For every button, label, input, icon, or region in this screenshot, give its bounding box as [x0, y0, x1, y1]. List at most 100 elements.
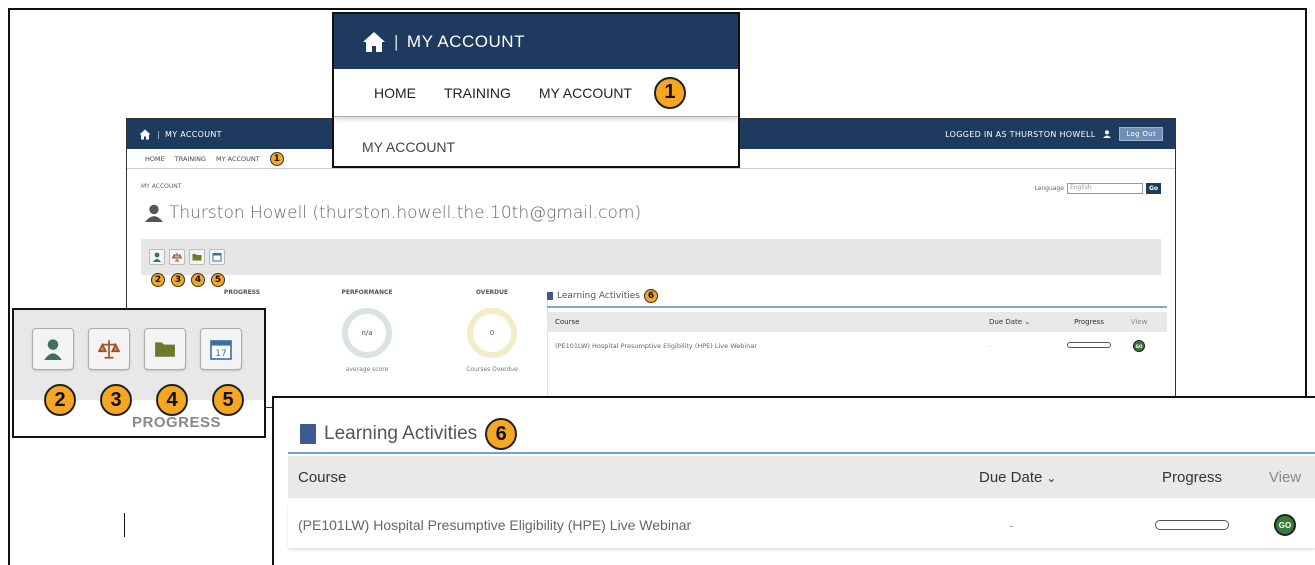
toolbar	[141, 239, 1161, 275]
table-row: (PE101LW) Hospital Presumptive Eligibili…	[288, 502, 1315, 548]
user-name: Thurston Howell (thurston.howell.the.10t…	[169, 203, 642, 223]
nav-my-account[interactable]: MY ACCOUNT	[216, 155, 260, 163]
book-icon	[300, 424, 316, 444]
calendar-icon: 17	[210, 340, 232, 360]
person-icon	[153, 252, 161, 262]
progress-bar	[1067, 342, 1111, 348]
language-select[interactable]: English	[1066, 183, 1143, 194]
toolbar-badges: 2 3 4 5	[151, 273, 225, 287]
row-progress	[1129, 517, 1255, 533]
callout-badge-1: 1	[653, 76, 686, 109]
nav-home[interactable]: HOME	[145, 155, 165, 163]
col-view: View	[1268, 468, 1302, 486]
nav-training[interactable]: TRAINING	[175, 155, 206, 163]
col-course: Course	[555, 318, 580, 326]
home-icon[interactable]	[139, 129, 151, 140]
header-bar-zoom: | MY ACCOUNT	[334, 14, 738, 69]
files-tool-button[interactable]	[189, 249, 205, 265]
nav-home[interactable]: HOME	[374, 85, 416, 101]
learning-table-header: Course Due Date ⌄ Progress View	[288, 456, 1315, 498]
col-view: View	[1130, 318, 1148, 326]
learning-header-small: Course Due Date ⌄ Progress View	[547, 312, 1167, 332]
col-course: Course	[298, 468, 347, 486]
nav-training[interactable]: TRAINING	[444, 85, 511, 101]
overdue-caption: Courses Overdue	[466, 366, 518, 373]
callout-badge-3: 3	[100, 384, 132, 416]
user-icon	[1103, 130, 1112, 138]
learning-activities-small: Learning Activities 6 Course Due Date ⌄ …	[547, 289, 1167, 360]
profile-tool-button[interactable]	[149, 249, 165, 265]
callout-badge-3: 3	[171, 273, 185, 287]
transcript-tool-button[interactable]	[88, 328, 130, 370]
calendar-tool-button[interactable]: 17	[200, 328, 242, 370]
col-due-date[interactable]: Due Date ⌄	[989, 318, 1059, 326]
profile-tool-button[interactable]	[32, 328, 74, 370]
col-progress: Progress	[1074, 318, 1104, 326]
progress-label-zoom: PROGRESS	[132, 414, 222, 431]
callout-badge-2: 2	[151, 273, 165, 287]
callout-badge-4: 4	[156, 384, 188, 416]
col-progress: Progress	[1161, 468, 1223, 486]
header-title: MY ACCOUNT	[165, 129, 222, 139]
calendar-icon	[212, 253, 222, 262]
go-button[interactable]: GO	[1133, 340, 1145, 352]
row-view: GO	[1255, 514, 1315, 536]
progress-bar	[1155, 520, 1229, 530]
scales-icon	[98, 340, 120, 359]
learning-zoom-callout: Learning Activities 6 Course Due Date ⌄ P…	[272, 396, 1315, 565]
col-due-date-label: Due Date	[979, 468, 1043, 486]
go-button[interactable]: GO	[1274, 514, 1296, 536]
callout-badge-5: 5	[211, 273, 225, 287]
home-icon[interactable]	[362, 31, 386, 53]
folder-icon	[155, 342, 175, 357]
folder-icon	[192, 254, 202, 261]
toolbar-zoom-callout: 17 2 3 4 5 PROGRESS	[12, 308, 266, 438]
header-title: MY ACCOUNT	[406, 31, 525, 51]
row-course: (PE101LW) Hospital Presumptive Eligibili…	[555, 342, 757, 350]
files-tool-button[interactable]	[144, 328, 186, 370]
col-due-date-label: Due Date	[989, 318, 1023, 326]
callout-badge-2: 2	[44, 384, 76, 416]
callout-badge-6: 6	[644, 289, 658, 303]
table-row: (PE101LW) Hospital Presumptive Eligibili…	[547, 332, 1167, 360]
book-icon	[547, 292, 553, 300]
performance-stat: PERFORMANCE n/a average score	[332, 289, 402, 373]
learning-title-text: Learning Activities	[324, 423, 478, 444]
learning-title: Learning Activities 6	[300, 418, 518, 450]
calendar-day: 17	[215, 349, 226, 359]
callout-badge-5: 5	[212, 384, 244, 416]
toolbar-badges-zoom: 2 3 4 5	[44, 384, 244, 416]
language-label: Language	[1034, 185, 1064, 192]
performance-value: n/a	[361, 329, 373, 337]
language-go-button[interactable]: Go	[1145, 183, 1161, 194]
nav-zoom-callout: | MY ACCOUNT HOME TRAINING MY ACCOUNT 1 …	[332, 12, 740, 168]
col-due-date[interactable]: Due Date ⌄	[979, 469, 1129, 486]
toolbar-icons: 17	[32, 328, 242, 370]
language-selector: Language English Go	[1034, 183, 1161, 194]
user-heading: Thurston Howell (thurston.howell.the.10t…	[145, 203, 641, 223]
callout-badge-4: 4	[191, 273, 205, 287]
title-rule	[288, 452, 1315, 454]
nav-my-account[interactable]: MY ACCOUNT	[539, 85, 632, 101]
overdue-label: OVERDUE	[475, 289, 509, 296]
transcript-tool-button[interactable]	[169, 249, 185, 265]
performance-ring: n/a	[342, 308, 392, 358]
logout-button[interactable]: Log Out	[1119, 127, 1163, 141]
logged-in-text: LOGGED IN AS THURSTON HOWELL	[945, 129, 1096, 139]
breadcrumb: MY ACCOUNT	[141, 183, 182, 190]
chevron-down-icon: ⌄	[1046, 470, 1057, 485]
calendar-tool-button[interactable]	[209, 249, 225, 265]
row-due-date: -	[1009, 517, 1014, 533]
performance-label: PERFORMANCE	[341, 289, 393, 296]
overdue-value: 0	[489, 329, 495, 337]
person-icon	[44, 339, 62, 360]
callout-badge-1: 1	[269, 151, 284, 166]
header-separator: |	[157, 129, 160, 139]
progress-label: PROGRESS	[223, 289, 261, 296]
row-course: (PE101LW) Hospital Presumptive Eligibili…	[298, 517, 692, 533]
row-due-date: -	[989, 342, 992, 350]
subnav-my-account[interactable]: MY ACCOUNT	[334, 117, 738, 155]
chevron-down-icon: ⌄	[1022, 318, 1031, 326]
user-icon	[145, 204, 163, 222]
row-progress	[1059, 342, 1119, 350]
